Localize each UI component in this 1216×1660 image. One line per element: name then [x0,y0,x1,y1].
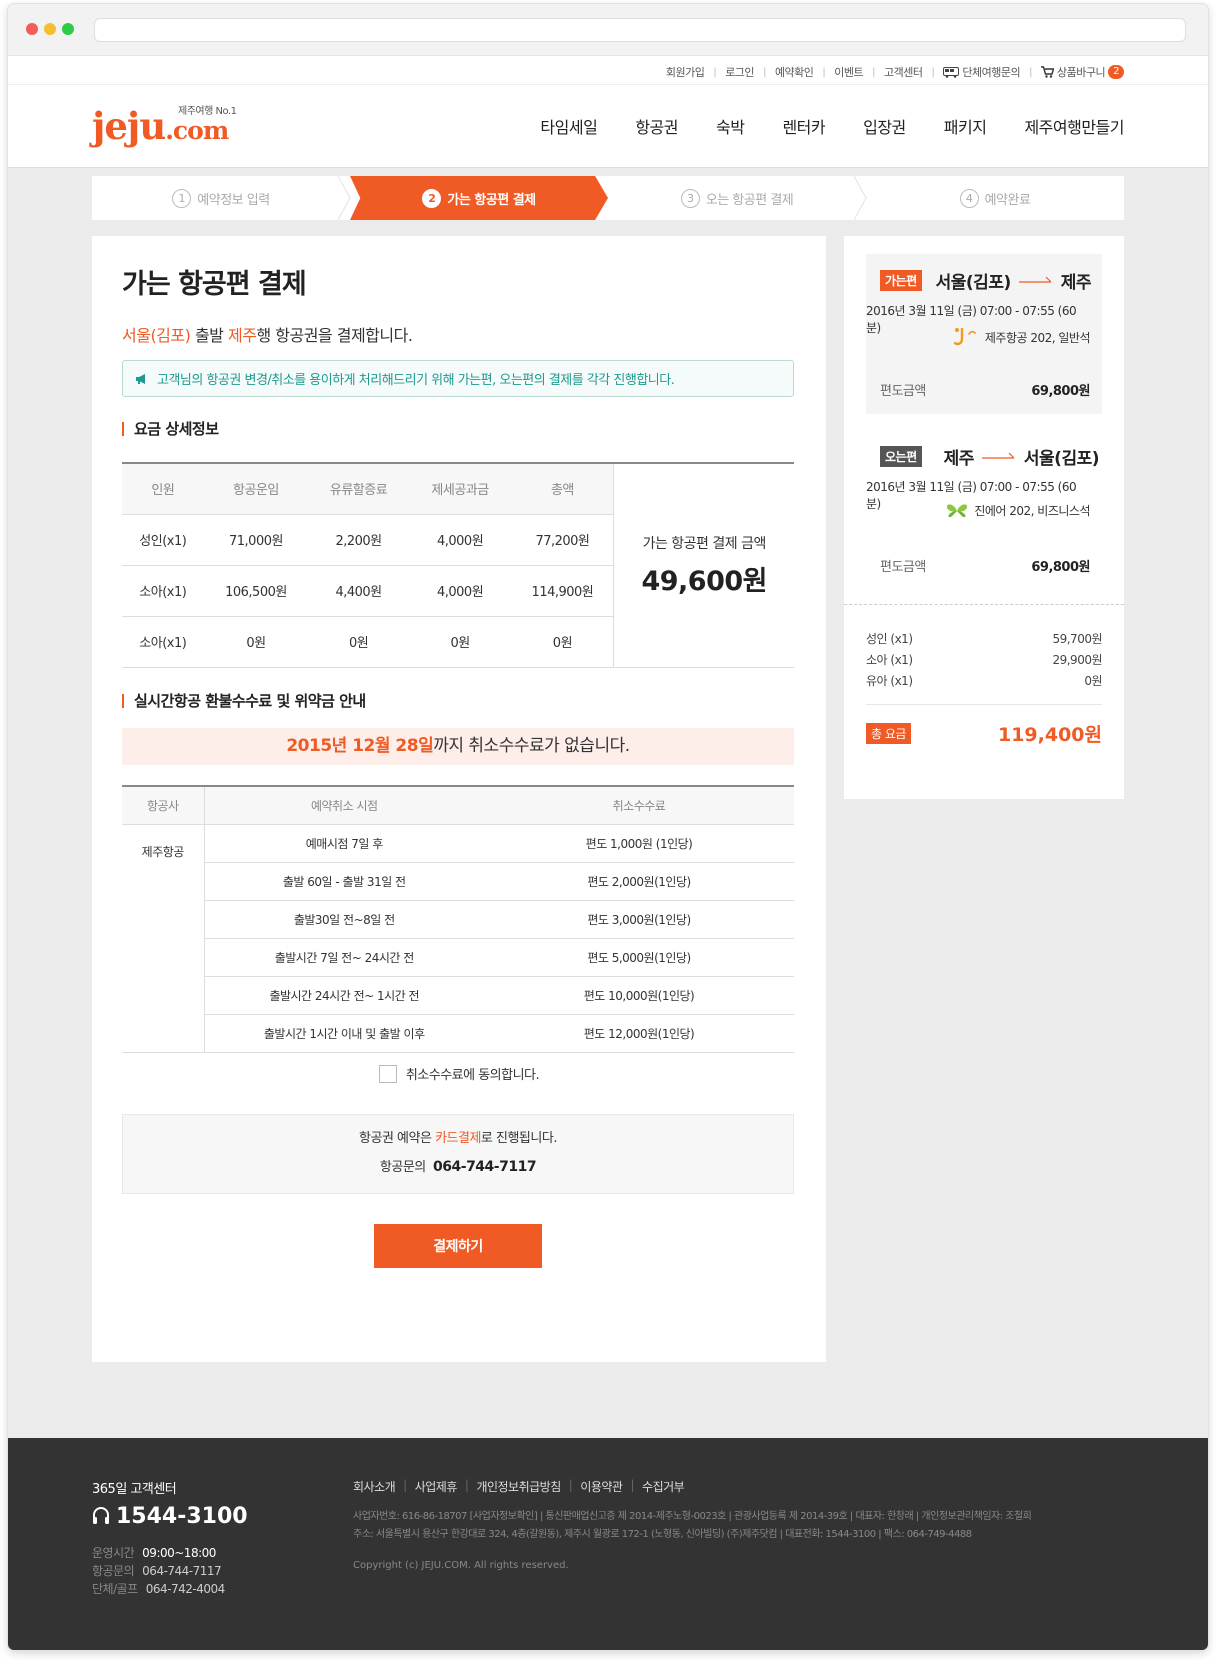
pax-row-adult: 성인 (x1) 59,700원 [866,632,1102,646]
page-title: 가는 항공편 결제 [122,269,307,300]
headset-icon [93,1506,109,1524]
summary-panel: 가는편 서울(김포) 제주 2016년 3월 11일 (금) 07:00 - 0… [844,236,1124,799]
address-bar[interactable] [94,18,1186,42]
agree-checkbox-row[interactable]: 취소수수료에 동의합니다. [92,1064,826,1083]
table-row: 출발 60일 - 출발 31일 전 편도 2,000원(1인당) [122,862,794,901]
site-header: 회원가입 | 로그인 | 예약확인 | 이벤트 | 고객센터 | 단체여행문의 | 상품바구… [8,56,1208,168]
payment-info-box: 항공권 예약은 카드결제로 진행됩니다. 항공문의 064-744-7117 [122,1114,794,1194]
agree-label: 취소수수료에 동의합니다. [405,1068,540,1083]
table-row: 출발시간 7일 전~ 24시간 전 편도 5,000원(1인당) [122,938,794,977]
site-footer: 365일 고객센터 1544-3100 운영시간 09:00~18:00 항공문의… [8,1438,1208,1650]
nav-lodging[interactable]: 숙박 [716,114,745,138]
inbound-card: 오는편 제주 서울(김포) 2016년 3월 11일 (금) 07:00 - 0… [866,430,1102,590]
utility-links: 회원가입 | 로그인 | 예약확인 | 이벤트 | 고객센터 | 단체여행문의 | 상품바구… [666,64,1124,80]
company-info: 사업자번호: 616-86-18707 [사업자정보확인] | 통신판매업신고증… [353,1511,1032,1540]
main-nav: 타임세일 항공권 숙박 렌터카 입장권 패키지 제주여행만들기 [540,114,1124,138]
step-3: 3 오는 항공편 결제 [608,176,867,220]
nav-custom-trip[interactable]: 제주여행만들기 [1024,114,1124,138]
footer-link-privacy[interactable]: 개인정보취급방침 [476,1478,561,1495]
fare-table: 인원 항공운임 유류할증료 제세공과금 총액 가는 항공편 결제 금액 49,6… [122,462,794,668]
notice-box: 고객님의 항공권 변경/취소를 용이하게 처리해드리기 위해 가는편, 오는편의… [122,360,794,397]
table-header-row: 인원 항공운임 유류할증료 제세공과금 총액 가는 항공편 결제 금액 49,6… [122,463,794,668]
close-dot-icon[interactable] [26,23,38,35]
agree-checkbox[interactable] [378,1064,397,1083]
inbound-tag: 오는편 [880,446,922,467]
customer-center-title: 365일 고객센터 [92,1482,177,1497]
fare-section-title: 요금 상세정보 [122,422,219,437]
total-amount: 119,400원 [997,724,1102,746]
table-row: 출발30일 전~8일 전 편도 3,000원(1인당) [122,900,794,939]
airline-cell: 제주항공 [122,824,205,1053]
step-1: 1 예약정보 입력 [92,176,351,220]
refund-highlight: 2015년 12월 28일까지 취소수수료가 없습니다. [122,728,794,765]
step-divider [338,176,351,220]
outbound-card: 가는편 서울(김포) 제주 2016년 3월 11일 (금) 07:00 - 0… [866,254,1102,414]
logo-tagline: 제주여행 No.1 [178,106,237,117]
nav-flights[interactable]: 항공권 [635,114,678,138]
intro-text: 서울(김포) 출발 제주행 항공권을 결제합니다. [122,326,413,345]
table-row: 출발시간 1시간 이내 및 출발 이후 편도 12,000원(1인당) [122,1014,794,1053]
cart-link[interactable]: 상품바구니 [1057,64,1106,80]
megaphone-icon [136,373,145,384]
nav-package[interactable]: 패키지 [944,114,987,138]
nav-rentcar[interactable]: 렌터카 [782,114,825,138]
copyright: Copyright (c) JEJU.COM. All rights reser… [353,1560,569,1571]
step-4: 4 예약완료 [866,176,1124,220]
pay-button[interactable]: 결제하기 [374,1224,542,1268]
browser-window: 회원가입 | 로그인 | 예약확인 | 이벤트 | 고객센터 | 단체여행문의 | 상품바구… [8,4,1208,1650]
flight-phone: 064-744-7117 [433,1159,537,1175]
browser-chrome [8,4,1208,56]
table-row: 출발시간 24시간 전~ 1시간 전 편도 10,000원(1인당) [122,976,794,1015]
customer-center-link[interactable]: 고객센터 [884,64,923,80]
footer-link-terms[interactable]: 이용약관 [580,1478,623,1495]
progress-steps: 1 예약정보 입력 2 가는 항공편 결제 3 오는 항공편 결제 4 예약완료 [92,176,1124,220]
footer-link-partner[interactable]: 사업제휴 [415,1478,458,1495]
minimize-dot-icon[interactable] [44,23,56,35]
arrow-right-icon [1018,276,1052,283]
refund-section-title: 실시간항공 환불수수료 및 위약금 안내 [122,694,366,709]
bus-icon [943,66,960,78]
total-tag: 총 요금 [866,723,911,744]
event-link[interactable]: 이벤트 [834,64,863,80]
dashed-divider [844,604,1124,605]
jin-air-logo-icon [947,503,968,517]
payment-panel: 가는 항공편 결제 서울(김포) 출발 제주행 항공권을 결제합니다. 고객님의… [92,236,826,1362]
cart-icon [1041,66,1055,78]
hours-list: 운영시간 09:00~18:00 항공문의 064-744-7117 단체/골프 06… [92,1546,225,1596]
table-row: 제주항공 예매시점 7일 후 편도 1,000원 (1인당) [122,824,794,1053]
arrow-right-icon [981,452,1015,459]
signup-link[interactable]: 회원가입 [666,64,705,80]
step-2-active: 2 가는 항공편 결제 [350,176,608,220]
jeju-air-logo-icon [953,327,976,346]
nav-tickets[interactable]: 입장권 [863,114,906,138]
cancel-fee-table: 항공사 예약취소 시점 취소수수료 제주항공 예매시점 7일 후 편도 1,000… [122,785,794,1053]
pax-row-infant: 유아 (x1) 0원 [866,674,1102,688]
maximize-dot-icon[interactable] [62,23,74,35]
fare-total-cell: 가는 항공편 결제 금액 49,600원 [613,463,794,668]
group-travel-link[interactable]: 단체여행문의 [962,64,1020,80]
customer-center-phone: 1544-3100 [92,1504,248,1529]
footer-link-about[interactable]: 회사소개 [353,1478,396,1495]
table-header-row: 항공사 예약취소 시점 취소수수료 [122,786,794,825]
fare-total-value: 49,600원 [641,565,767,597]
fare-total-label: 가는 항공편 결제 금액 [642,535,767,552]
pax-row-child: 소아 (x1) 29,900원 [866,653,1102,667]
nav-timesale[interactable]: 타임세일 [540,114,597,138]
reservation-check-link[interactable]: 예약확인 [775,64,814,80]
total-row: 총 요금 119,400원 [866,720,1102,747]
login-link[interactable]: 로그인 [725,64,754,80]
outbound-tag: 가는편 [880,270,922,291]
footer-links: 회사소개 | 사업제휴 | 개인정보취급방침 | 이용약관 | 수집거부 [353,1478,685,1495]
cart-count-badge: 2 [1108,65,1124,79]
footer-link-refuse[interactable]: 수집거부 [642,1478,685,1495]
